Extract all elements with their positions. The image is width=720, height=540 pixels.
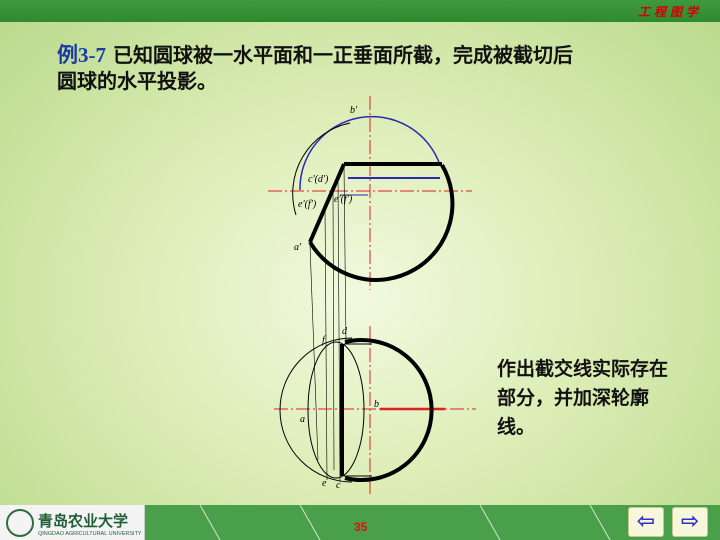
top-view [274, 326, 476, 496]
label-ef-prime-2: e'(f') [334, 194, 353, 205]
label-e: e [322, 478, 327, 489]
label-cd-prime: c'(d') [308, 174, 329, 185]
logo-emblem-icon [6, 509, 34, 537]
slide: 工程图学 例3-7 已知圆球被一水平面和一正垂面所截，完成被截切后 圆球的水平投… [0, 0, 720, 540]
prev-slide-button[interactable]: ⇦ [628, 507, 664, 537]
front-outline-remaining [308, 163, 455, 282]
next-slide-button[interactable]: ⇨ [672, 507, 708, 537]
sphere-projection-drawing: b' c'(d') e'(f') e'(f') a' f d b a e c [268, 96, 476, 496]
logo-lettering: 青岛农业大学 QINGDAO AGRICULTURAL UNIVERSITY [38, 512, 142, 537]
label-ef-prime: e'(f') [298, 199, 317, 210]
label-a: a [300, 414, 305, 425]
label-b-prime: b' [350, 105, 358, 116]
page-number: 35 [354, 520, 368, 534]
label-f: f [322, 335, 326, 346]
label-b: b [374, 399, 379, 410]
label-c: c [336, 480, 341, 491]
label-a-prime: a' [294, 242, 302, 253]
instruction-note: 作出截交线实际存在部分，并加深轮廓线。 [497, 358, 669, 438]
arrow-right-icon: ⇨ [680, 509, 700, 534]
front-view [268, 96, 472, 290]
label-d: d [342, 326, 348, 337]
logo-english-name: QINGDAO AGRICULTURAL UNIVERSITY [38, 531, 142, 537]
university-logo: 青岛农业大学 QINGDAO AGRICULTURAL UNIVERSITY [0, 505, 145, 540]
arrow-left-icon: ⇦ [636, 509, 656, 534]
logo-chinese-name: 青岛农业大学 [38, 512, 128, 530]
